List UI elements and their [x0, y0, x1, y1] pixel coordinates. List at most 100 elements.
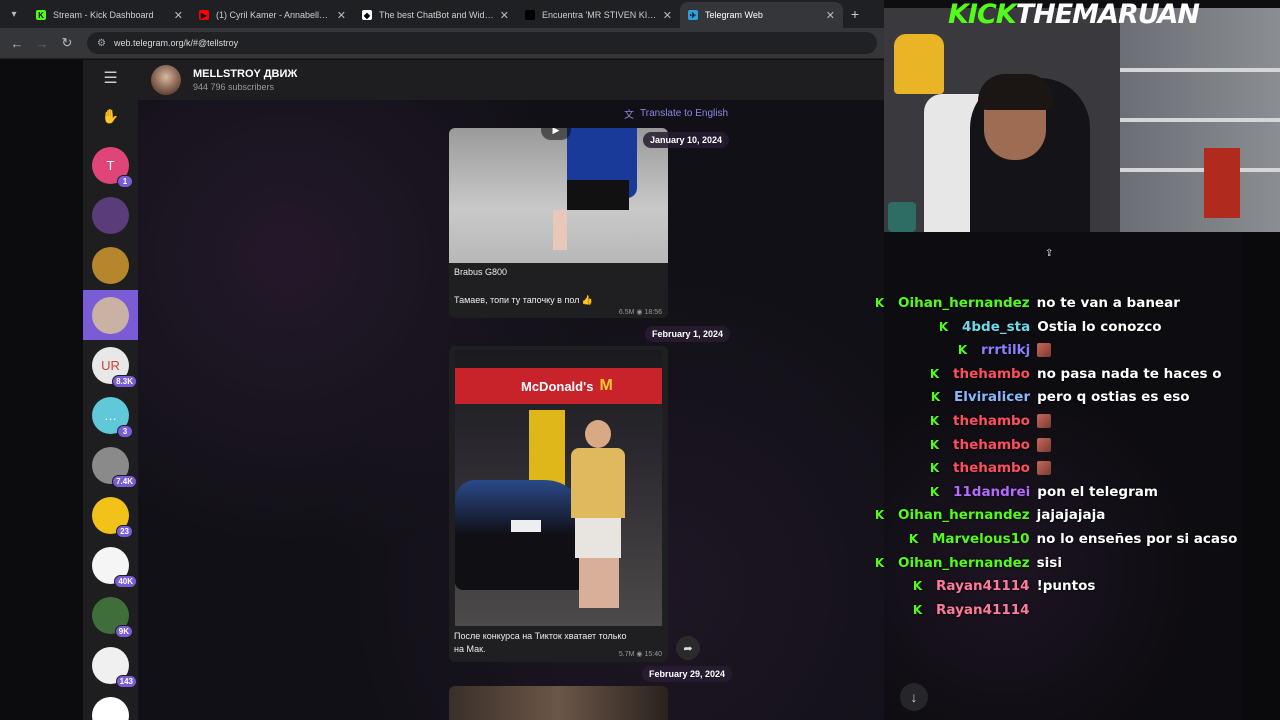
chat-text: sisi: [1036, 554, 1062, 571]
kick-badge-icon: K: [912, 579, 923, 594]
video-thumbnail[interactable]: ▶: [449, 128, 668, 263]
chat-message: Krrrtilkj: [956, 339, 1052, 361]
menu-icon[interactable]: ☰: [83, 68, 138, 88]
chat-avatar: [92, 246, 129, 284]
post-time: 18:56: [644, 309, 662, 316]
chat-folder-item[interactable]: 9K: [83, 590, 138, 640]
chat-username: Rayan41114: [936, 578, 1030, 595]
close-tab-icon[interactable]: ✕: [663, 9, 672, 22]
chat-folder-item[interactable]: [83, 240, 138, 290]
unread-badge: 143: [115, 674, 137, 688]
post-caption: После конкурса на Тикток хватает только …: [454, 631, 627, 654]
chat-folder-item[interactable]: [83, 690, 138, 720]
youtube-icon: ▶: [199, 10, 209, 20]
chat-message: K 4bde_sta Ostia lo conozco: [937, 316, 1162, 338]
unread-badge: 1: [117, 174, 133, 188]
chat-folder-item[interactable]: 23: [83, 490, 138, 540]
stream-title-kick: KICK: [948, 0, 1017, 30]
kick-badge-icon: K: [874, 555, 885, 570]
post-meta: 5.7M ◉ 15:40: [619, 650, 662, 658]
unread-badge: 7.4K: [112, 474, 137, 488]
chat-folder-item[interactable]: [83, 290, 138, 340]
date-separator: February 29, 2024: [642, 666, 733, 682]
shelf-image: [1120, 168, 1280, 172]
browser-tab[interactable]: ✈ Telegram Web ✕: [680, 2, 843, 28]
tab-search-icon[interactable]: ▾: [0, 0, 28, 28]
telegram-chat-area: MELLSTROY ДВИЖ 944 796 subscribers 文 Tra…: [138, 60, 884, 720]
chat-folder-item[interactable]: 7.4K: [83, 440, 138, 490]
new-tab-button[interactable]: +: [843, 6, 867, 22]
forward-icon[interactable]: →: [31, 32, 53, 54]
channel-post[interactable]: [449, 686, 668, 720]
chat-username: thehambo: [953, 436, 1030, 453]
tab-title: Stream - Kick Dashboard: [53, 10, 154, 20]
scroll-down-icon[interactable]: ↓: [900, 683, 928, 711]
chat-text: !puntos: [1036, 578, 1096, 595]
chat-folder-item[interactable]: 40K: [83, 540, 138, 590]
browser-tab[interactable]: K Stream - Kick Dashboard ✕: [28, 2, 191, 28]
chat-avatar: 9K: [92, 596, 133, 638]
chat-username: thehambo: [953, 365, 1030, 382]
reload-icon[interactable]: ↻: [56, 32, 78, 54]
view-count: 6.5M: [618, 309, 635, 316]
forward-icon[interactable]: ➦: [676, 636, 700, 660]
chat-username: Oihan_hernandez: [898, 507, 1030, 524]
chat-folder-item[interactable]: UR 8.3K: [83, 340, 138, 390]
channel-name: MELLSTROY ДВИЖ: [193, 68, 298, 80]
unread-badge: 3: [117, 424, 133, 438]
chat-folder-item[interactable]: [83, 190, 138, 240]
close-tab-icon[interactable]: ✕: [500, 9, 509, 22]
chat-avatar: 23: [92, 496, 133, 538]
chat-avatar: UR 8.3K: [92, 346, 137, 388]
photo-thumbnail[interactable]: [449, 686, 668, 720]
url-input[interactable]: ⚙ web.telegram.org/k/#@tellstroy: [87, 32, 877, 54]
chat-message: K Oihan_hernandez sisi: [873, 552, 1062, 574]
browser-tab[interactable]: ♪ Encuentra 'MR STIVEN KICK' en ✕: [517, 2, 680, 28]
kick-badge-icon: K: [929, 484, 940, 499]
chat-message: Kthehambo: [928, 434, 1051, 456]
chat-avatar: [92, 696, 129, 720]
avatar-initials: T: [106, 157, 115, 173]
browser-tab[interactable]: ▶ (1) Cyril Kamer - Annabelle (Vid ✕: [191, 2, 354, 28]
store-sign: McDonald's: [521, 378, 594, 394]
close-tab-icon[interactable]: ✕: [337, 9, 346, 22]
post-meta: 6.5M ◉ 18:56: [619, 308, 662, 316]
chat-username: 4bde_sta: [962, 318, 1031, 335]
chat-folder-item[interactable]: … 3: [83, 390, 138, 440]
tab-title: (1) Cyril Kamer - Annabelle (Vid: [216, 10, 331, 20]
back-icon[interactable]: ←: [6, 32, 28, 54]
chat-folder-item[interactable]: 143: [83, 640, 138, 690]
chat-header[interactable]: MELLSTROY ДВИЖ 944 796 subscribers: [138, 60, 884, 100]
chat-message: K Rayan41114 !puntos: [911, 575, 1096, 597]
chat-folder-item[interactable]: T1: [83, 140, 138, 190]
avatar-initials: UR: [101, 357, 120, 373]
kick-badge-icon: K: [957, 343, 968, 358]
chat-avatar: 40K: [92, 546, 137, 588]
view-count: 5.7M: [618, 651, 635, 658]
photo-mcdonalds[interactable]: McDonald's M: [455, 350, 662, 626]
chat-message: K Marvelous10 no lo enseñes por si acaso: [907, 528, 1238, 550]
play-icon[interactable]: ▶: [541, 128, 571, 140]
translate-label: Translate to English: [640, 108, 729, 119]
kick-badge-icon: K: [874, 296, 885, 310]
leg-image: [553, 210, 567, 250]
chat-username: Elviralicer: [954, 389, 1031, 406]
chat-message: K Oihan_hernandez no te van a banear: [873, 292, 1180, 314]
kick-badge-icon: K: [930, 390, 941, 405]
close-tab-icon[interactable]: ✕: [174, 9, 183, 22]
wave-icon[interactable]: ✋: [83, 108, 138, 125]
translate-button[interactable]: 文 Translate to English: [624, 106, 728, 121]
chat-avatar: [92, 296, 129, 334]
channel-post[interactable]: McDonald's M После конкурса на Тикток хв…: [449, 346, 668, 662]
mcdonalds-canopy: McDonald's M: [455, 368, 662, 404]
chat-text: no te van a banear: [1036, 295, 1180, 311]
channel-post[interactable]: ▶ Brabus G800 Тамаев, топи ту тапочку в …: [449, 128, 668, 318]
close-tab-icon[interactable]: ✕: [826, 9, 835, 22]
browser-tab[interactable]: ◆ The best ChatBot and Widgets f ✕: [354, 2, 517, 28]
chat-emote-icon: [1036, 461, 1051, 476]
chat-emote-icon: [1037, 343, 1052, 358]
webcam-feed: [884, 8, 1280, 232]
site-settings-icon[interactable]: ⚙: [97, 38, 106, 49]
channel-avatar[interactable]: [151, 65, 181, 95]
subscriber-count: 944 796 subscribers: [193, 82, 275, 92]
